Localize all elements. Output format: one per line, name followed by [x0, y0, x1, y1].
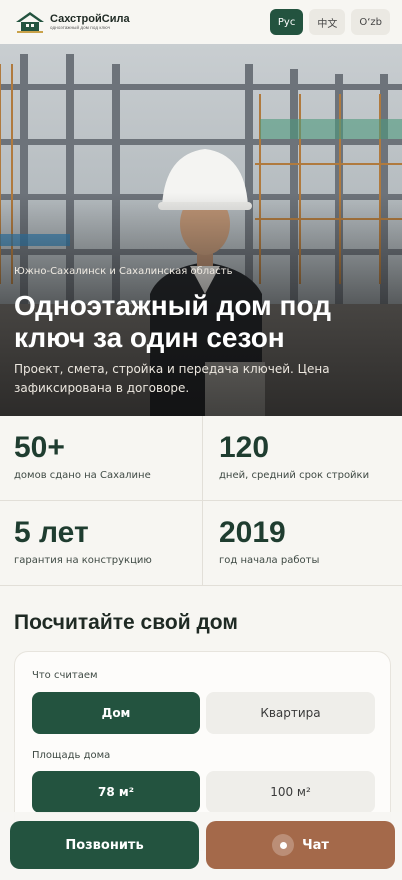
hero-section: Южно-Сахалинск и Сахалинская область Одн… [0, 44, 402, 416]
site-header: СахстройСила одноэтажный дом под ключ Ру… [0, 0, 402, 44]
lang-uz-button[interactable]: O‘zb [351, 9, 390, 35]
brand-tagline: одноэтажный дом под ключ [50, 25, 111, 30]
stat-label: гарантия на конструкцию [14, 555, 152, 566]
language-switcher: Рус 中文 O‘zb [269, 9, 390, 35]
call-button-label: Позвонить [65, 837, 144, 853]
area-option-100[interactable]: 100 м² [206, 771, 375, 813]
call-button[interactable]: Позвонить [10, 821, 199, 869]
stat-label: год начала работы [219, 555, 320, 566]
stats-grid: 50+ домов сдано на Сахалине 120 дней, ср… [0, 416, 402, 586]
logo[interactable]: СахстройСила одноэтажный дом под ключ [14, 10, 130, 34]
calculator-title: Посчитайте свой дом [14, 611, 238, 634]
house-logo-icon [16, 12, 44, 33]
area-option-78[interactable]: 78 м² [32, 771, 200, 813]
stat-value: 2019 [219, 516, 286, 549]
type-label: Что считаем [32, 670, 98, 681]
stat-value: 50+ [14, 431, 65, 464]
stat-warranty: 5 лет гарантия на конструкцию [0, 501, 203, 586]
hero-subtitle: Проект, смета, стройка и передача ключей… [14, 362, 330, 395]
chat-button[interactable]: Чат [206, 821, 395, 869]
area-label: Площадь дома [32, 750, 111, 761]
brand-name: СахстройСила [50, 13, 130, 25]
stat-year: 2019 год начала работы [203, 501, 402, 586]
chat-icon [272, 834, 295, 856]
hero-region: Южно-Сахалинск и Сахалинская область [14, 266, 233, 277]
stat-label: дней, средний срок стройки [219, 470, 370, 481]
hero-title: Одноэтажный дом под ключ за один сезон [14, 290, 331, 353]
lang-ru-button[interactable]: Рус [269, 9, 304, 35]
type-option-house[interactable]: Дом [32, 692, 200, 734]
stat-value: 120 [219, 431, 270, 464]
bottom-action-bar: Позвонить Чат [0, 812, 402, 880]
stat-days: 120 дней, средний срок стройки [203, 416, 402, 501]
lang-zh-button[interactable]: 中文 [309, 9, 346, 35]
chat-button-label: Чат [302, 837, 329, 853]
stat-houses: 50+ домов сдано на Сахалине [0, 416, 203, 501]
stat-label: домов сдано на Сахалине [14, 470, 151, 481]
stat-value: 5 лет [14, 516, 89, 549]
type-option-apartment[interactable]: Квартира [206, 692, 375, 734]
